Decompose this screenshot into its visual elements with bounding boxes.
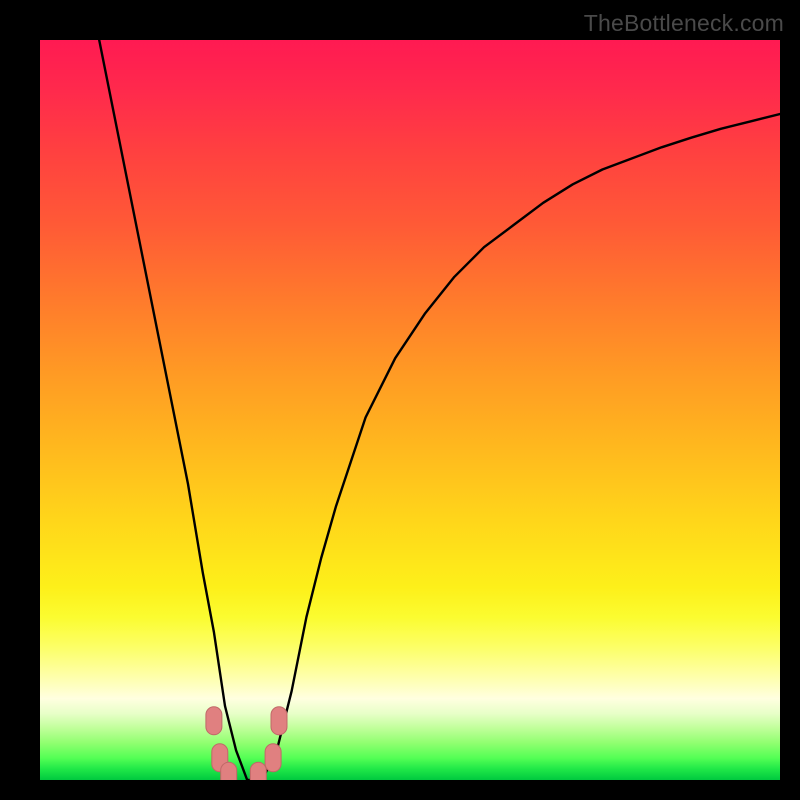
curve-marker xyxy=(221,762,237,780)
marker-group xyxy=(206,707,287,780)
curve-marker xyxy=(250,762,266,780)
curve-marker xyxy=(206,707,222,735)
chart-frame: TheBottleneck.com xyxy=(0,0,800,800)
bottleneck-curve xyxy=(99,40,780,780)
curve-marker xyxy=(265,744,281,772)
plot-area xyxy=(40,40,780,780)
watermark-text: TheBottleneck.com xyxy=(584,10,784,37)
chart-svg xyxy=(40,40,780,780)
curve-marker xyxy=(271,707,287,735)
